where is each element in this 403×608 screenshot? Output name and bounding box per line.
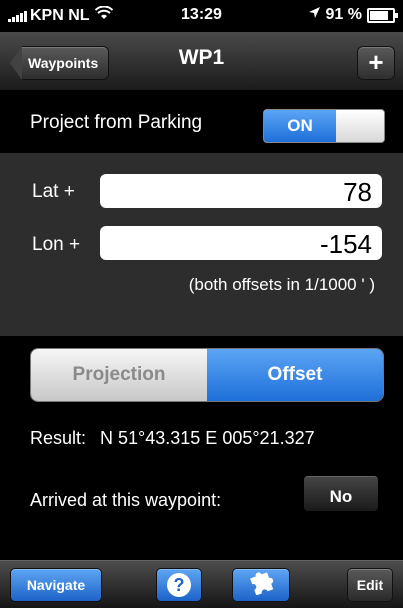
add-button[interactable]: + [357,46,395,80]
offsets-section: Lat + 78 Lon + -154 (both offsets in 1/1… [0,153,403,336]
page-title: WP1 [178,46,225,69]
result-row: Result: N 51°43.315 E 005°21.327 [30,428,315,449]
puzzle-button[interactable] [232,568,290,602]
mode-segmented-control: Projection Offset [30,348,384,402]
arrived-label: Arrived at this waypoint: [30,490,222,510]
navigation-bar: Waypoints WP1 + [0,32,403,91]
project-toggle[interactable]: ON [263,109,385,143]
result-label: Result: [30,428,87,448]
status-bar: KPN NL 13:29 91 % [0,0,403,32]
lon-input[interactable]: -154 [100,226,382,260]
result-value: N 51°43.315 E 005°21.327 [100,428,315,448]
result-section: Projection Offset Result: N 51°43.315 E 0… [0,336,403,560]
segment-offset[interactable]: Offset [207,349,383,401]
lat-label: Lat + [32,181,75,202]
edit-button[interactable]: Edit [347,568,393,602]
offset-hint: (both offsets in 1/1000 ' ) [188,275,375,294]
puzzle-icon [246,572,276,600]
toggle-on-label: ON [264,110,336,142]
help-button[interactable]: ? [156,568,202,602]
segment-projection[interactable]: Projection [31,349,207,401]
arrived-button[interactable]: No [304,476,378,511]
project-section: Project from Parking ON [0,91,403,153]
toggle-knob [336,110,384,142]
project-label: Project from Parking [30,112,203,133]
help-icon: ? [167,573,191,597]
battery-percent: 91 % [325,6,362,23]
location-arrow-icon [308,6,321,24]
navigate-button[interactable]: Navigate [10,568,102,602]
battery-icon [367,7,398,23]
status-right: 91 % [308,6,398,24]
lon-label: Lon + [32,234,81,255]
bottom-toolbar: Navigate ? Edit [0,560,403,608]
lat-input[interactable]: 78 [100,174,382,208]
